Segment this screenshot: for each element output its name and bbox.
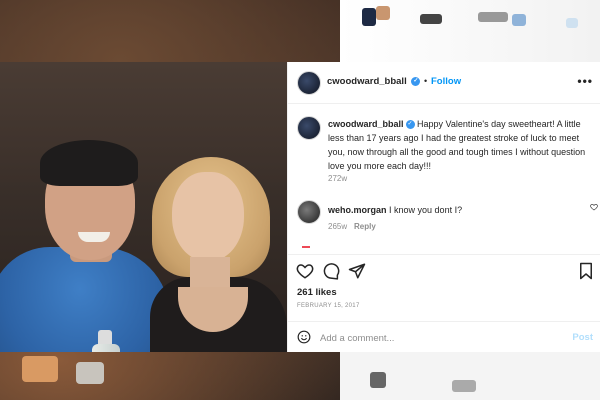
header-username-text[interactable]: cwoodward_bball xyxy=(327,76,407,87)
comment-username[interactable]: weho.morgan xyxy=(328,205,387,215)
background-pixel xyxy=(76,362,104,384)
background-pixel xyxy=(420,14,442,24)
photo-woman-face xyxy=(172,172,244,262)
header-username[interactable]: cwoodward_bball ✓ xyxy=(327,76,421,87)
post-comment-button[interactable]: Post xyxy=(572,332,593,343)
background-pixel xyxy=(512,14,526,26)
photo-water-bottle xyxy=(92,344,120,352)
post-action-bar xyxy=(288,254,600,285)
comment-text: I know you dont I? xyxy=(389,205,463,215)
verified-badge-icon: ✓ xyxy=(405,120,415,130)
photo-man-smile xyxy=(78,232,110,242)
post-header: cwoodward_bball ✓ • Follow ••• xyxy=(288,62,600,104)
smiley-face-icon[interactable] xyxy=(297,330,311,344)
comment-avatar-icon[interactable] xyxy=(297,200,321,224)
background-pixel xyxy=(370,372,386,388)
avatar-icon[interactable] xyxy=(297,71,321,95)
comment-like-heart-icon[interactable] xyxy=(590,203,598,211)
caption-username[interactable]: cwoodward_bball xyxy=(328,119,404,129)
post-side-panel: cwoodward_bball ✓ • Follow ••• cwoodward… xyxy=(287,62,600,352)
background-pixel xyxy=(22,356,58,382)
background-pixel xyxy=(452,380,476,392)
photo-man-shirt xyxy=(0,247,170,352)
comment-reply-button[interactable]: Reply xyxy=(354,222,376,231)
verified-badge-icon: ✓ xyxy=(411,76,421,86)
background-pixel xyxy=(478,12,508,22)
comment-age[interactable]: 265w xyxy=(328,222,347,231)
post-date: FEBRUARY 15, 2017 xyxy=(297,303,360,309)
caption-avatar-icon[interactable] xyxy=(297,116,321,140)
photo-man-cap xyxy=(40,140,138,186)
post-caption: cwoodward_bball ✓ Happy Valentine's day s… xyxy=(328,117,596,173)
background-pixel xyxy=(376,6,390,20)
post-photo[interactable] xyxy=(0,62,287,352)
separator-dot: • xyxy=(424,76,428,86)
caption-age[interactable]: 272w xyxy=(328,174,347,183)
comment-item: weho.morgan I know you dont I? xyxy=(328,204,578,217)
likes-count[interactable]: 261 likes xyxy=(297,287,337,298)
background-pixel xyxy=(566,18,578,28)
paper-plane-icon[interactable] xyxy=(348,262,366,280)
bookmark-icon[interactable] xyxy=(577,262,595,280)
add-comment-input[interactable] xyxy=(320,330,550,346)
follow-button[interactable]: Follow xyxy=(431,76,461,87)
more-options-icon[interactable]: ••• xyxy=(577,74,593,88)
heart-icon[interactable] xyxy=(296,262,314,280)
add-comment-bar: Post xyxy=(288,321,600,353)
comment-bubble-icon[interactable] xyxy=(322,262,340,280)
comment-scroll-indicator xyxy=(302,246,310,248)
background-pixel xyxy=(362,8,376,26)
